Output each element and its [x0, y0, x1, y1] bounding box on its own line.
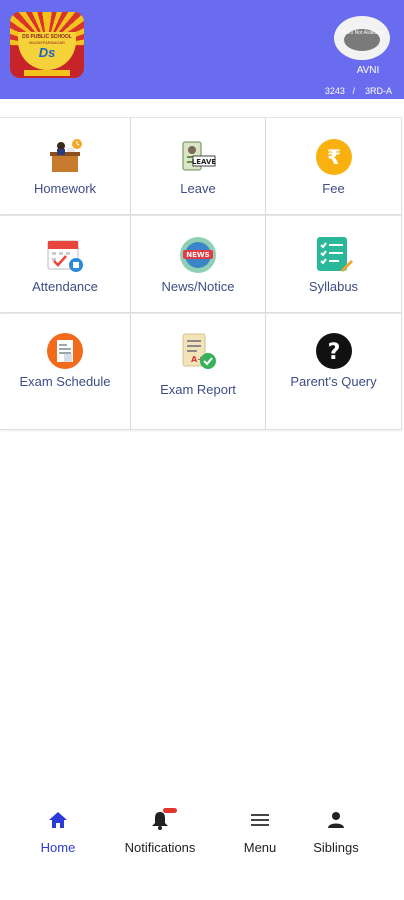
tile-label: Attendance [32, 279, 98, 294]
exam-schedule-icon [47, 333, 83, 369]
logo-line1: DS PUBLIC SCHOOL [22, 34, 72, 40]
tile-label: Fee [322, 181, 345, 196]
tile-label: Homework [33, 181, 97, 196]
notification-badge [163, 808, 177, 813]
nav-home-label: Home [40, 840, 76, 855]
question-circle-icon: ? [315, 333, 352, 369]
feature-grid: Homework LEAVE Leave ₹ Fee Attendance NE… [0, 117, 402, 430]
report-card-icon: A+ [182, 333, 216, 369]
tile-label: Leave [180, 181, 216, 196]
news-globe-icon: NEWS [180, 237, 216, 273]
svg-text:₹: ₹ [327, 145, 341, 169]
rupee-coin-icon: ₹ [315, 139, 352, 175]
avatar[interactable]: Photo Not Available [334, 16, 390, 60]
nav-notifications[interactable]: Notifications [115, 808, 205, 855]
tile-attendance[interactable]: Attendance [0, 215, 131, 313]
school-logo: DS PUBLIC SCHOOL MUZAFFARNAGAR Ds [10, 12, 84, 78]
nav-siblings[interactable]: Siblings [291, 810, 381, 855]
tile-parents-query[interactable]: ? Parent's Query [266, 313, 402, 430]
home-icon [49, 812, 67, 828]
person-icon [328, 812, 344, 828]
admission-number: 3243 [324, 86, 345, 96]
tile-label: Parent's Query [290, 374, 377, 389]
avatar-placeholder-text: Photo Not Available [340, 30, 384, 36]
svg-text:NEWS: NEWS [186, 251, 209, 259]
meta-separator: / [352, 86, 355, 96]
app-header: DS PUBLIC SCHOOL MUZAFFARNAGAR Ds Photo … [0, 0, 404, 99]
student-meta: 3243 / 3RD-A [325, 86, 392, 96]
tile-homework[interactable]: Homework [0, 117, 131, 215]
svg-text:?: ? [327, 340, 340, 365]
logo-monogram: Ds [38, 45, 56, 60]
tile-label: Syllabus [308, 279, 359, 294]
tile-leave[interactable]: LEAVE Leave [131, 117, 266, 215]
nav-home[interactable]: Home [13, 810, 103, 855]
hamburger-icon [251, 814, 269, 826]
tile-exam-report[interactable]: A+ Exam Report [131, 313, 266, 430]
tile-syllabus[interactable]: Syllabus [266, 215, 402, 313]
bell-icon [149, 808, 177, 830]
checklist-icon [316, 237, 353, 272]
tile-fee[interactable]: ₹ Fee [266, 117, 402, 215]
tile-label: Exam Report [160, 382, 236, 397]
tile-news-notice[interactable]: NEWS News/Notice [131, 215, 266, 313]
leave-card-icon: LEAVE [182, 141, 217, 171]
nav-notifications-label: Notifications [124, 840, 196, 855]
calendar-check-icon [47, 240, 83, 272]
teacher-desk-icon [50, 139, 82, 172]
tile-exam-schedule[interactable]: Exam Schedule [0, 313, 131, 430]
svg-text:LEAVE: LEAVE [192, 158, 217, 166]
tile-label: News/Notice [161, 279, 235, 294]
class-section: 3RD-A [364, 86, 392, 96]
student-name: AVNI [356, 65, 380, 76]
tile-label: Exam Schedule [19, 374, 111, 389]
bottom-navigation: Home Notifications Menu Siblings [0, 800, 404, 870]
nav-siblings-label: Siblings [313, 840, 359, 855]
